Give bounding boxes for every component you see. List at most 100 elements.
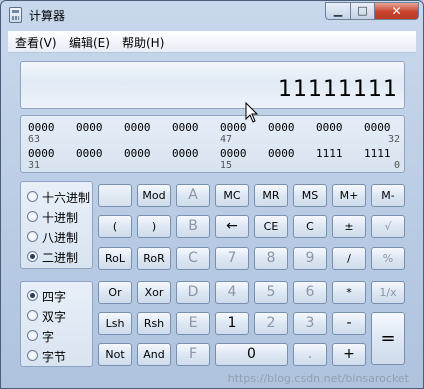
- or-button[interactable]: Or: [98, 281, 132, 304]
- percent-button[interactable]: %: [371, 247, 405, 270]
- radio-label: 二进制: [42, 251, 79, 265]
- calculator-window: 计算器 ▁ □ ✕ 查看(V) 编辑(E) 帮助(H) 11111111 000…: [0, 0, 424, 389]
- bit-position-label: 32: [388, 134, 401, 145]
- divide-button[interactable]: /: [332, 247, 366, 270]
- bit-group: 0000: [124, 121, 151, 134]
- radio-label: 四字: [42, 290, 67, 304]
- hex-a-button[interactable]: A: [176, 184, 210, 207]
- hex-e-button[interactable]: E: [176, 312, 210, 335]
- memory-add-button[interactable]: M+: [332, 184, 366, 207]
- blank-button[interactable]: [98, 184, 132, 207]
- digit-3-button[interactable]: 3: [293, 312, 327, 335]
- bit-group: 0000: [220, 121, 247, 134]
- hex-d-button[interactable]: D: [176, 281, 210, 304]
- radix-group: 十六进制 十进制 八进制 二进制: [20, 181, 93, 269]
- decimal-point-button[interactable]: .: [293, 343, 327, 366]
- memory-subtract-button[interactable]: M-: [371, 184, 405, 207]
- digit-6-button[interactable]: 6: [293, 281, 327, 304]
- menu-bar: 查看(V) 编辑(E) 帮助(H): [8, 31, 416, 53]
- memory-recall-button[interactable]: MR: [254, 184, 288, 207]
- sqrt-button[interactable]: √: [371, 215, 405, 238]
- radio-label: 十六进制: [42, 191, 91, 205]
- clear-entry-button[interactable]: CE: [254, 215, 288, 238]
- close-paren-button[interactable]: ): [137, 215, 171, 238]
- bit-group: 0000: [268, 147, 295, 160]
- backspace-button[interactable]: ←: [215, 215, 249, 238]
- bit-group: 0000: [316, 121, 343, 134]
- bit-group: 1111: [316, 147, 343, 160]
- hex-b-button[interactable]: B: [176, 215, 210, 238]
- rotate-left-button[interactable]: RoL: [98, 247, 132, 270]
- negate-button[interactable]: ±: [332, 215, 366, 238]
- hex-f-button[interactable]: F: [176, 343, 210, 366]
- title-bar[interactable]: 计算器 ▁ □ ✕: [1, 1, 423, 29]
- radio-button-icon: [27, 231, 38, 242]
- bit-group: 0000: [76, 147, 103, 160]
- bit-group: 0000: [28, 121, 55, 134]
- bit-position-label: 15: [220, 160, 233, 171]
- open-paren-button[interactable]: (: [98, 215, 132, 238]
- bit-group: 0000: [364, 121, 391, 134]
- multiply-button[interactable]: *: [332, 281, 366, 304]
- minimize-button[interactable]: ▁: [325, 2, 351, 20]
- digit-8-button[interactable]: 8: [254, 247, 288, 270]
- radio-button-icon: [27, 191, 38, 202]
- xor-button[interactable]: Xor: [137, 281, 171, 304]
- radio-label: 八进制: [42, 231, 79, 245]
- bit-group: 0000: [220, 147, 247, 160]
- radio-label: 字: [42, 330, 55, 344]
- word-size-group: 四字 双字 字 字节: [20, 281, 93, 367]
- mouse-cursor-icon: [245, 102, 259, 123]
- digit-5-button[interactable]: 5: [254, 281, 288, 304]
- bit-group: 0000: [268, 121, 295, 134]
- and-button[interactable]: And: [137, 343, 171, 366]
- hex-c-button[interactable]: C: [176, 247, 210, 270]
- digit-4-button[interactable]: 4: [215, 281, 249, 304]
- mod-button[interactable]: Mod: [137, 184, 171, 207]
- bit-group: 0000: [28, 147, 55, 160]
- display-value: 11111111: [278, 77, 398, 102]
- bit-group: 0000: [124, 147, 151, 160]
- not-button[interactable]: Not: [98, 343, 132, 366]
- digit-2-button[interactable]: 2: [254, 312, 288, 335]
- left-shift-button[interactable]: Lsh: [98, 312, 132, 335]
- bit-group: 0000: [172, 147, 199, 160]
- subtract-button[interactable]: -: [332, 312, 366, 335]
- radio-label: 十进制: [42, 211, 79, 225]
- digit-1-button[interactable]: 1: [215, 312, 249, 335]
- result-display: 11111111: [20, 61, 405, 109]
- close-button[interactable]: ✕: [374, 2, 419, 20]
- radio-button-selected-icon: [27, 251, 38, 262]
- bit-position-label: 47: [220, 134, 233, 145]
- digit-0-button[interactable]: 0: [215, 343, 288, 366]
- calculator-app-icon: [9, 7, 22, 23]
- equals-button[interactable]: =: [371, 312, 405, 365]
- binary-bit-display: 0000 0000 0000 0000 0000 0000 0000 0000 …: [20, 115, 405, 173]
- bit-position-label: 0: [394, 160, 401, 171]
- bit-position-label: 31: [28, 160, 41, 171]
- menu-edit[interactable]: 编辑(E): [69, 34, 110, 51]
- right-shift-button[interactable]: Rsh: [137, 312, 171, 335]
- menu-view[interactable]: 查看(V): [15, 34, 57, 51]
- radio-button-icon: [27, 330, 38, 341]
- radio-button-icon: [27, 211, 38, 222]
- radio-label: 字节: [42, 350, 67, 364]
- radio-button-icon: [27, 350, 38, 361]
- maximize-button[interactable]: □: [350, 2, 375, 20]
- add-button[interactable]: +: [332, 343, 366, 366]
- rotate-right-button[interactable]: RoR: [137, 247, 171, 270]
- window-title: 计算器: [29, 9, 66, 23]
- memory-clear-button[interactable]: MC: [215, 184, 249, 207]
- memory-store-button[interactable]: MS: [293, 184, 327, 207]
- menu-help[interactable]: 帮助(H): [122, 34, 164, 51]
- bit-position-label: 63: [28, 134, 41, 145]
- radio-button-icon: [27, 310, 38, 321]
- digit-7-button[interactable]: 7: [215, 247, 249, 270]
- reciprocal-button[interactable]: 1/x: [371, 281, 405, 304]
- digit-9-button[interactable]: 9: [293, 247, 327, 270]
- bit-group: 0000: [76, 121, 103, 134]
- bit-group: 0000: [172, 121, 199, 134]
- bit-group: 1111: [364, 147, 391, 160]
- clear-button[interactable]: C: [293, 215, 327, 238]
- radio-label: 双字: [42, 310, 67, 324]
